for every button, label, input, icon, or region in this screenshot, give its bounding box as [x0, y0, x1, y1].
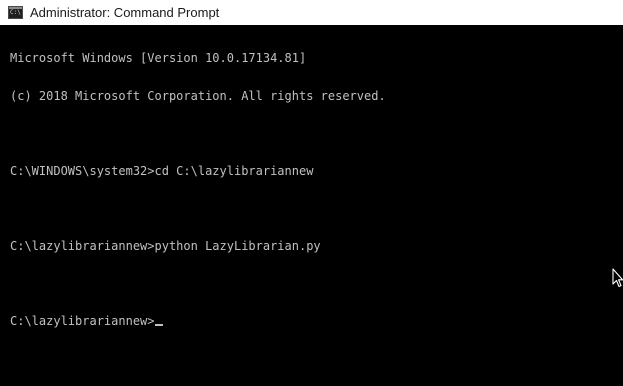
console-prompt: C:\lazylibrariannew> — [10, 313, 155, 328]
command-prompt-window: C:\ Administrator: Command Prompt Micros… — [0, 0, 623, 386]
text-cursor — [154, 323, 163, 326]
title-bar[interactable]: C:\ Administrator: Command Prompt — [0, 0, 623, 25]
cmd-icon: C:\ — [8, 6, 23, 19]
console-line: (c) 2018 Microsoft Corporation. All righ… — [10, 88, 386, 103]
console-line: Microsoft Windows [Version 10.0.17134.81… — [10, 51, 307, 65]
console-output[interactable]: Microsoft Windows [Version 10.0.17134.81… — [0, 25, 610, 386]
console-prompt-line[interactable]: C:\lazylibrariannew> — [10, 313, 610, 328]
mouse-pointer-icon — [612, 268, 623, 288]
scrollbar[interactable] — [610, 25, 623, 386]
console-line: C:\lazylibrariannew>python LazyLibrarian… — [10, 238, 321, 253]
cmd-icon-glyph: C:\ — [10, 9, 21, 16]
console-line: C:\WINDOWS\system32>cd C:\lazylibrariann… — [10, 163, 314, 178]
window-title: Administrator: Command Prompt — [30, 5, 220, 20]
